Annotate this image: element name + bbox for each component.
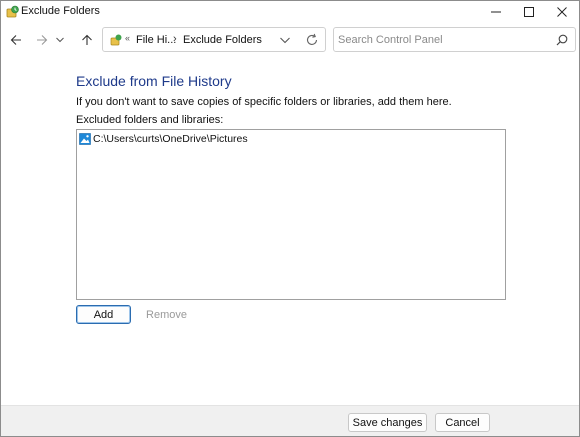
back-arrow-icon — [10, 35, 21, 45]
forward-button[interactable] — [30, 29, 54, 51]
maximize-button[interactable] — [512, 1, 546, 23]
address-dropdown-icon[interactable] — [279, 35, 291, 45]
excluded-item-path: C:\Users\curts\OneDrive\Pictures — [93, 133, 248, 145]
save-changes-button[interactable]: Save changes — [348, 413, 427, 432]
address-bar[interactable]: « File Hi... › Exclude Folders — [102, 27, 326, 52]
breadcrumb-separator: › — [173, 33, 177, 45]
address-overflow-chevron[interactable]: « — [125, 33, 130, 43]
maximize-icon — [524, 7, 534, 17]
breadcrumb-file-history[interactable]: File Hi... — [136, 34, 176, 46]
file-history-app-icon — [6, 5, 19, 18]
page-title: Exclude from File History — [76, 73, 232, 89]
close-button[interactable] — [545, 1, 579, 23]
dialog-footer: Save changes Cancel — [1, 405, 579, 436]
search-input[interactable] — [338, 31, 548, 48]
exclude-folders-window: Exclude Folders « File Hi... › Exclude F… — [0, 0, 580, 437]
pictures-library-icon — [79, 133, 91, 145]
excluded-folders-list[interactable]: C:\Users\curts\OneDrive\Pictures — [76, 129, 506, 300]
minimize-button[interactable] — [479, 1, 513, 23]
search-icon[interactable] — [556, 34, 568, 46]
excluded-list-label: Excluded folders and libraries: — [76, 114, 224, 126]
up-arrow-icon — [82, 34, 92, 45]
back-button[interactable] — [4, 29, 28, 51]
refresh-icon[interactable] — [305, 33, 319, 47]
window-title: Exclude Folders — [21, 5, 100, 17]
cancel-button[interactable]: Cancel — [435, 413, 490, 432]
minimize-icon — [491, 11, 501, 13]
close-icon — [557, 7, 567, 17]
title-bar: Exclude Folders — [1, 1, 579, 23]
control-panel-icon — [110, 34, 122, 46]
up-button[interactable] — [75, 29, 99, 51]
chevron-down-icon — [56, 37, 64, 43]
forward-arrow-icon — [37, 35, 48, 45]
recent-locations-button[interactable] — [52, 29, 68, 51]
page-description: If you don't want to save copies of spec… — [76, 96, 452, 108]
list-item[interactable]: C:\Users\curts\OneDrive\Pictures — [79, 132, 248, 146]
breadcrumb-exclude-folders[interactable]: Exclude Folders — [183, 34, 262, 46]
add-button[interactable]: Add — [76, 305, 131, 324]
remove-button: Remove — [146, 308, 187, 321]
search-box[interactable] — [333, 27, 576, 52]
